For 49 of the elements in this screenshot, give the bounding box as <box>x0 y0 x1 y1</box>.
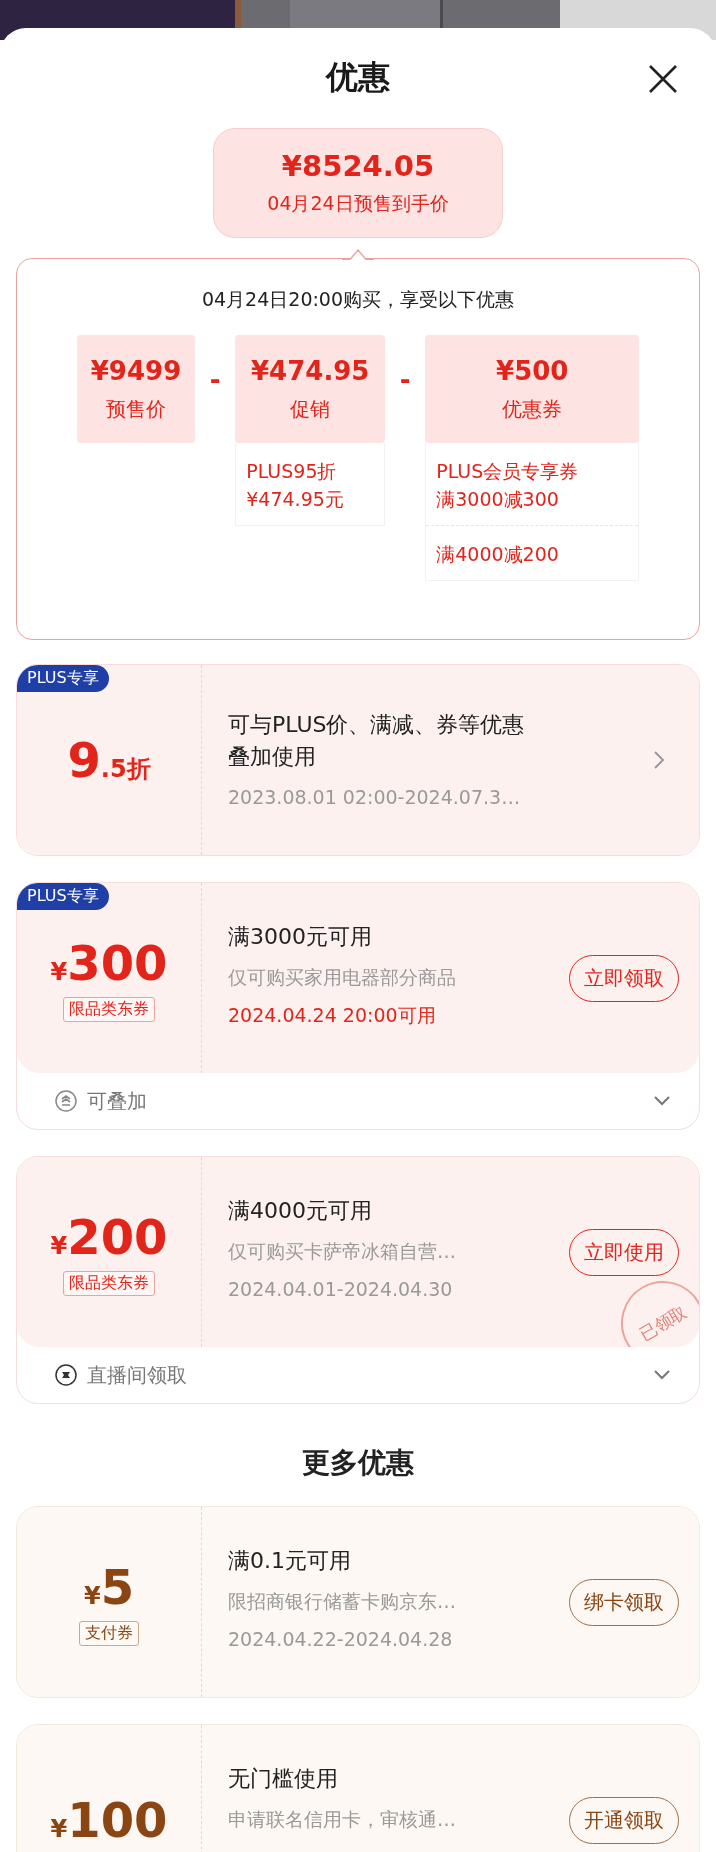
detail-text: PLUS会员专享券 <box>436 459 580 484</box>
chevron-down-icon[interactable] <box>653 1369 671 1381</box>
coupon-description: 限招商银行储蓄卡购京东… <box>228 1589 457 1614</box>
coupon-amount: ¥100 <box>50 1792 168 1848</box>
coupon-amount: ¥5 <box>83 1558 135 1615</box>
coupon-type-tag: 支付券 <box>79 1620 139 1646</box>
coupon-validity: 2024.04.01-2024.04.30 <box>228 1277 454 1302</box>
breakdown-intro: 04月24日20:00购买，享受以下优惠 <box>200 287 516 312</box>
plus-badge: PLUS专享 <box>17 883 109 910</box>
coupon-description: 申请联名信用卡，审核通… <box>228 1807 457 1832</box>
final-price-label: 04月24日预售到手价 <box>267 191 449 216</box>
detail-text: ¥474.95元 <box>246 487 345 512</box>
minus-sign: - <box>208 365 222 395</box>
component-amount: ¥9499 <box>90 355 182 386</box>
coupon-title: 无门槛使用 <box>228 1765 339 1793</box>
detail-text: 满4000减200 <box>436 542 560 567</box>
coupon-type-tag: 限品类东券 <box>63 1270 155 1296</box>
coupon-note: 直播间领取 <box>87 1361 188 1389</box>
chevron-down-icon[interactable] <box>653 1095 671 1107</box>
coupon-title: 满4000元可用 <box>228 1197 373 1225</box>
coupon-amount: ¥200 <box>50 1208 168 1265</box>
sheet-title: 优惠 <box>326 57 390 98</box>
component-amount: ¥500 <box>496 355 569 386</box>
coupon-amount: ¥300 <box>50 934 168 991</box>
minus-sign: - <box>398 365 412 395</box>
discount-value: 9.5折 <box>67 732 151 788</box>
plus-badge: PLUS专享 <box>17 665 109 692</box>
section-title: 更多优惠 <box>301 1445 415 1481</box>
coupon-type-tag: 限品类东券 <box>63 996 155 1022</box>
coupon-title: 满3000元可用 <box>228 923 373 951</box>
coupon-description: 仅可购买卡萨帝冰箱自营… <box>228 1239 457 1264</box>
close-icon[interactable] <box>648 64 678 94</box>
component-label: 优惠券 <box>502 395 563 423</box>
detail-text: PLUS95折 <box>246 459 338 484</box>
component-label: 促销 <box>290 395 331 423</box>
coupon-validity: 2024.04.22-2024.04.28 <box>228 1627 454 1652</box>
component-amount: ¥474.95 <box>251 355 370 386</box>
stack-icon <box>55 1090 77 1112</box>
coupon-description: 仅可购买家用电器部分商品 <box>228 965 457 990</box>
coupon-validity: 2024.04.24 20:00可用 <box>228 1003 437 1028</box>
coupon-validity: 2023.08.01 02:00-2024.07.3… <box>228 785 522 810</box>
live-icon <box>55 1364 77 1386</box>
coupon-title: 满0.1元可用 <box>228 1547 352 1575</box>
coupon-note: 可叠加 <box>87 1087 148 1115</box>
detail-text: 满3000减300 <box>436 487 560 512</box>
chevron-right-icon[interactable] <box>653 750 665 770</box>
coupon-title: 可与PLUS价、满减、券等优惠叠加使用 <box>228 711 526 771</box>
component-label: 预售价 <box>106 395 166 423</box>
final-price: ¥8524.05 <box>281 149 435 183</box>
